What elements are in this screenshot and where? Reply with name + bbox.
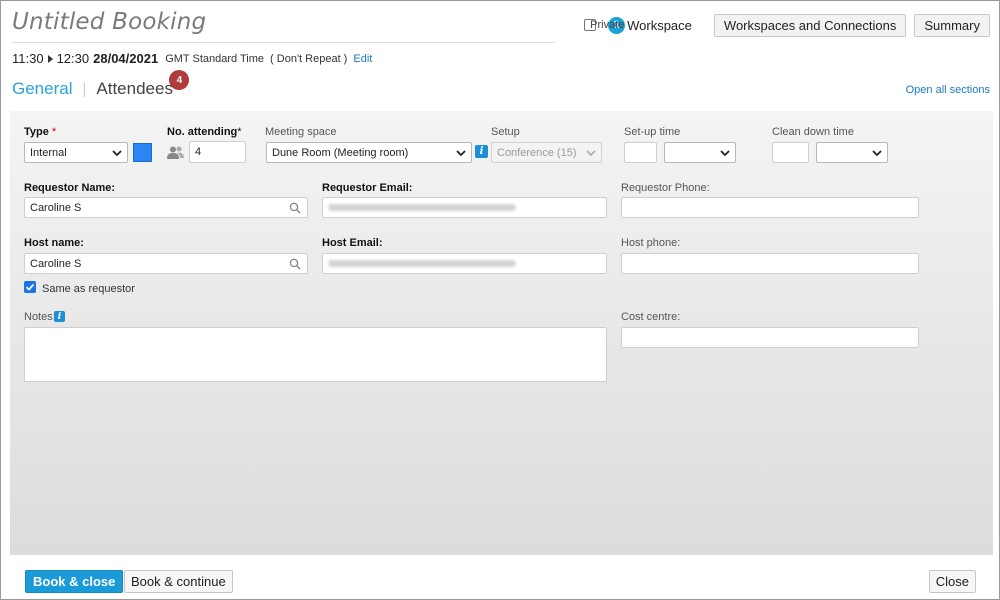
tab-separator: | <box>82 80 87 98</box>
host-name-input[interactable]: Caroline S <box>24 253 308 274</box>
type-label: Type * <box>24 126 57 138</box>
private-label: Private <box>590 19 625 31</box>
book-and-close-button[interactable]: Book & close <box>25 570 124 593</box>
start-time: 11:30 <box>12 51 44 66</box>
type-color-swatch[interactable] <box>133 143 152 162</box>
chevron-down-icon <box>456 150 466 157</box>
clean-down-unit-select[interactable] <box>816 142 888 163</box>
workspace-label: Workspace <box>627 17 692 33</box>
open-all-sections-link[interactable]: Open all sections <box>906 84 990 96</box>
people-icon <box>167 146 184 159</box>
setup-time-unit-select[interactable] <box>664 142 736 163</box>
workspaces-connections-button[interactable]: Workspaces and Connections <box>713 13 907 37</box>
chevron-down-icon <box>720 150 730 157</box>
booking-title-input[interactable]: Untitled Booking <box>12 9 555 43</box>
setup-value: Conference (15) <box>497 146 577 159</box>
summary-button[interactable]: Summary <box>914 13 990 37</box>
cost-centre-input[interactable] <box>621 327 919 348</box>
general-section-panel: Type * Internal No. attending* 4 Meeting… <box>10 111 993 555</box>
requestor-phone-label: Requestor Phone: <box>621 182 710 194</box>
book-and-continue-button[interactable]: Book & continue <box>124 570 233 593</box>
search-icon[interactable] <box>289 258 301 270</box>
host-email-input[interactable] <box>322 253 607 274</box>
edit-time-link[interactable]: Edit <box>353 53 372 65</box>
timezone: GMT Standard Time <box>165 52 265 65</box>
attending-input[interactable]: 4 <box>189 141 246 163</box>
time-arrow-icon <box>47 54 53 63</box>
requestor-email-label: Requestor Email: <box>322 182 413 194</box>
host-email-label: Host Email: <box>322 237 383 249</box>
repeat-status: ( Don't Repeat ) <box>270 52 348 65</box>
requestor-name-value: Caroline S <box>30 201 82 214</box>
requestor-email-input[interactable] <box>322 197 607 218</box>
end-time: 12:30 <box>56 51 90 66</box>
booking-date: 28/04/2021 <box>93 51 159 66</box>
same-as-requestor-label: Same as requestor <box>42 283 135 295</box>
chevron-down-icon <box>872 150 882 157</box>
clean-down-input[interactable] <box>772 142 809 163</box>
same-as-requestor-checkbox[interactable] <box>24 281 36 293</box>
close-button[interactable]: Close <box>928 570 976 593</box>
section-tabs: General | Attendees 4 <box>12 70 190 99</box>
booking-dialog: Untitled Booking Private 1 Workspace Wor… <box>0 0 1000 600</box>
space-label: Meeting space <box>265 126 337 138</box>
setup-select[interactable]: Conference (15) <box>491 142 602 163</box>
cost-centre-label: Cost centre: <box>621 311 681 323</box>
chevron-down-icon <box>112 150 122 157</box>
attendees-count-badge: 4 <box>169 70 190 90</box>
booking-time-row: 11:30 12:30 28/04/2021 GMT Standard Time… <box>12 51 372 66</box>
host-name-label: Host name: <box>24 237 84 249</box>
chevron-down-icon <box>586 150 596 157</box>
header-actions: Private 1 Workspace Workspaces and Conne… <box>584 13 990 37</box>
checkmark-icon <box>25 283 35 291</box>
requestor-phone-input[interactable] <box>621 197 919 218</box>
notes-textarea[interactable] <box>24 327 607 382</box>
clean-down-label: Clean down time <box>772 126 854 138</box>
space-value: Dune Room (Meeting room) <box>272 146 409 159</box>
host-phone-label: Host phone: <box>621 237 681 249</box>
type-value: Internal <box>30 146 67 159</box>
tab-general[interactable]: General <box>12 79 72 99</box>
requestor-name-input[interactable]: Caroline S <box>24 197 308 218</box>
notes-label: Notes: <box>24 311 56 323</box>
host-name-value: Caroline S <box>30 257 82 270</box>
setup-time-label: Set-up time <box>624 126 681 138</box>
type-select[interactable]: Internal <box>24 142 128 163</box>
setup-time-input[interactable] <box>624 142 657 163</box>
notes-info-icon[interactable]: i <box>54 311 65 322</box>
attending-label: No. attending* <box>167 126 242 138</box>
requestor-name-label: Requestor Name: <box>24 182 116 194</box>
redacted-email <box>328 204 516 211</box>
setup-label: Setup <box>491 126 520 138</box>
meeting-space-select[interactable]: Dune Room (Meeting room) <box>266 142 472 163</box>
host-phone-input[interactable] <box>621 253 919 274</box>
redacted-email <box>328 260 516 267</box>
tab-attendees-label: Attendees <box>96 79 173 98</box>
private-toggle[interactable]: Private <box>584 19 624 31</box>
space-info-icon[interactable]: i <box>475 145 488 158</box>
tab-attendees[interactable]: Attendees 4 <box>96 70 190 99</box>
search-icon[interactable] <box>289 202 301 214</box>
